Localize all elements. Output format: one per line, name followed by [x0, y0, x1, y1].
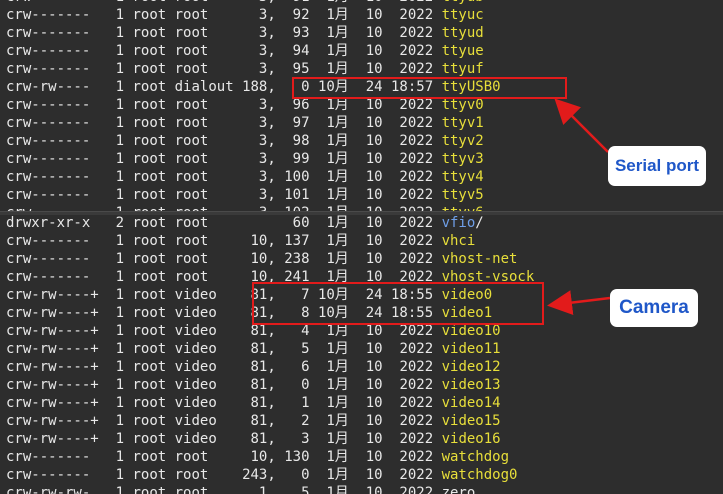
serial-port-callout: Serial port — [608, 146, 706, 186]
annotation-arrows — [547, 98, 611, 316]
serial-arrow — [554, 98, 609, 153]
camera-callout: Camera — [610, 289, 698, 327]
camera-arrow — [547, 290, 611, 316]
